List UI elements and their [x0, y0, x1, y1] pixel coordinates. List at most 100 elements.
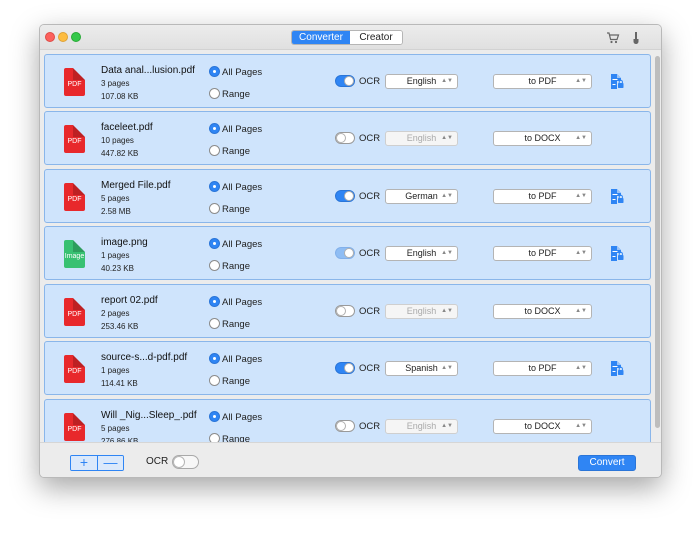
- ocr-language-value: English: [406, 76, 437, 86]
- ocr-toggle[interactable]: [335, 305, 355, 317]
- all-pages-radio[interactable]: [209, 181, 220, 192]
- ocr-language-value: English: [406, 133, 437, 143]
- output-format-select[interactable]: to DOCX ▲▼: [493, 131, 592, 146]
- titlebar: Converter Creator: [40, 25, 661, 50]
- scrollbar-thumb[interactable]: [655, 56, 660, 428]
- file-row[interactable]: PDF source-s...d-pdf.pdf 1 pages 114.41 …: [44, 341, 651, 395]
- ocr-language-select[interactable]: English ▲▼: [385, 419, 458, 434]
- file-row[interactable]: PDF Merged File.pdf 5 pages 2.58 MB All …: [44, 169, 651, 223]
- range-label: Range: [222, 146, 250, 157]
- range-radio[interactable]: [209, 203, 220, 214]
- document-lock-icon[interactable]: [610, 188, 624, 205]
- ocr-label: OCR: [359, 306, 381, 317]
- select-arrow-icon: ▲▼: [575, 135, 587, 141]
- range-radio[interactable]: [209, 433, 220, 442]
- file-type-icon: PDF: [64, 183, 85, 211]
- toggle-knob: [344, 191, 354, 201]
- ocr-toggle[interactable]: [335, 190, 355, 202]
- ocr-toggle[interactable]: [335, 132, 355, 144]
- file-size: 2.58 MB: [101, 207, 131, 216]
- ocr-language-select[interactable]: Spanish ▲▼: [385, 361, 458, 376]
- global-ocr-toggle[interactable]: [172, 455, 199, 469]
- all-pages-label: All Pages: [222, 239, 263, 250]
- document-lock-icon[interactable]: [610, 73, 624, 90]
- ocr-language-select[interactable]: English ▲▼: [385, 131, 458, 146]
- output-format-select[interactable]: to DOCX ▲▼: [493, 304, 592, 319]
- file-name: Merged File.pdf: [101, 180, 171, 191]
- tab-converter[interactable]: Converter: [292, 31, 350, 44]
- range-radio[interactable]: [209, 260, 220, 271]
- range-label: Range: [222, 319, 250, 330]
- all-pages-radio[interactable]: [209, 353, 220, 364]
- all-pages-radio[interactable]: [209, 66, 220, 77]
- file-name: Data anal...lusion.pdf: [101, 65, 195, 76]
- ocr-label: OCR: [359, 76, 381, 87]
- output-format-select[interactable]: to PDF ▲▼: [493, 246, 592, 261]
- ocr-language-select[interactable]: English ▲▼: [385, 246, 458, 261]
- file-row[interactable]: PDF faceleet.pdf 10 pages 447.82 KB All …: [44, 111, 651, 165]
- remove-file-button[interactable]: —: [96, 456, 123, 470]
- brush-icon[interactable]: [629, 31, 643, 45]
- page-fold: [73, 68, 85, 80]
- ocr-language-value: German: [405, 191, 438, 201]
- file-type-icon: PDF: [64, 355, 85, 383]
- all-pages-radio[interactable]: [209, 123, 220, 134]
- cart-icon[interactable]: [606, 31, 620, 45]
- page-fold: [73, 355, 85, 367]
- bottom-bar: + — OCR Convert: [40, 442, 661, 477]
- output-format-select[interactable]: to DOCX ▲▼: [493, 419, 592, 434]
- add-file-button[interactable]: +: [71, 456, 97, 470]
- file-row[interactable]: PDF Will _Nig...Sleep_.pdf 5 pages 276.8…: [44, 399, 651, 442]
- range-radio[interactable]: [209, 145, 220, 156]
- select-arrow-icon: ▲▼: [441, 135, 453, 141]
- ocr-language-select[interactable]: English ▲▼: [385, 74, 458, 89]
- ocr-language-select[interactable]: German ▲▼: [385, 189, 458, 204]
- range-label: Range: [222, 204, 250, 215]
- file-row[interactable]: PDF Data anal...lusion.pdf 3 pages 107.0…: [44, 54, 651, 108]
- scrollbar[interactable]: [654, 54, 661, 437]
- global-ocr-label: OCR: [146, 456, 169, 467]
- range-radio[interactable]: [209, 88, 220, 99]
- ocr-label: OCR: [359, 248, 381, 259]
- output-format-value: to PDF: [528, 191, 557, 201]
- file-page-count: 5 pages: [101, 424, 130, 433]
- document-lock-icon[interactable]: [610, 245, 624, 262]
- close-window-button[interactable]: [45, 32, 55, 42]
- file-row[interactable]: PDF report 02.pdf 2 pages 253.46 KB All …: [44, 284, 651, 338]
- file-type-icon: PDF: [64, 68, 85, 96]
- range-label: Range: [222, 434, 250, 442]
- range-radio[interactable]: [209, 375, 220, 386]
- all-pages-radio[interactable]: [209, 411, 220, 422]
- ocr-language-select[interactable]: English ▲▼: [385, 304, 458, 319]
- toggle-knob: [336, 421, 346, 431]
- output-format-select[interactable]: to PDF ▲▼: [493, 361, 592, 376]
- file-page-count: 3 pages: [101, 79, 130, 88]
- convert-button[interactable]: Convert: [578, 455, 636, 471]
- range-radio[interactable]: [209, 318, 220, 329]
- select-arrow-icon: ▲▼: [441, 78, 453, 84]
- all-pages-radio[interactable]: [209, 296, 220, 307]
- select-arrow-icon: ▲▼: [575, 308, 587, 314]
- select-arrow-icon: ▲▼: [575, 78, 587, 84]
- toggle-knob: [336, 306, 346, 316]
- tab-creator[interactable]: Creator: [350, 31, 402, 44]
- ocr-toggle[interactable]: [335, 247, 355, 259]
- toggle-knob: [344, 248, 354, 258]
- ocr-toggle[interactable]: [335, 362, 355, 374]
- maximize-window-button[interactable]: [71, 32, 81, 42]
- output-format-select[interactable]: to PDF ▲▼: [493, 74, 592, 89]
- range-label: Range: [222, 89, 250, 100]
- output-format-value: to PDF: [528, 363, 557, 373]
- minimize-window-button[interactable]: [58, 32, 68, 42]
- all-pages-radio[interactable]: [209, 238, 220, 249]
- ocr-toggle[interactable]: [335, 420, 355, 432]
- ocr-label: OCR: [359, 133, 381, 144]
- document-lock-icon[interactable]: [610, 360, 624, 377]
- ocr-toggle[interactable]: [335, 75, 355, 87]
- all-pages-label: All Pages: [222, 297, 263, 308]
- file-type-badge: Image: [64, 253, 85, 260]
- file-row[interactable]: Image image.png 1 pages 40.23 KB All Pag…: [44, 226, 651, 280]
- output-format-select[interactable]: to PDF ▲▼: [493, 189, 592, 204]
- file-size: 40.23 KB: [101, 264, 134, 273]
- page-fold: [73, 298, 85, 310]
